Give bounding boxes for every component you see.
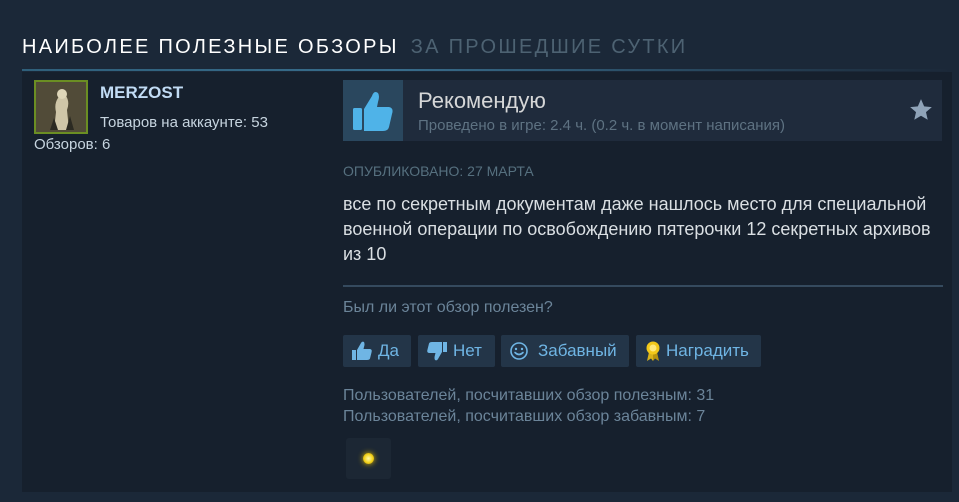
award-button[interactable]: Наградить	[636, 335, 761, 367]
award-badge-icon	[363, 453, 374, 464]
thumbs-up-icon	[352, 341, 372, 360]
award-badge[interactable]	[346, 438, 391, 479]
helpful-question: Был ли этот обзор полезен?	[343, 299, 553, 316]
award-label: Наградить	[666, 341, 749, 360]
vote-no-label: Нет	[453, 341, 482, 360]
username[interactable]: MERZOST	[100, 83, 183, 103]
thumbs-down-icon	[427, 342, 447, 361]
funny-count: Пользователей, посчитавших обзор забавны…	[343, 408, 706, 425]
vote-no-button[interactable]: Нет	[418, 335, 495, 367]
thumbs-up-icon	[353, 92, 393, 131]
helpful-count: Пользователей, посчитавших обзор полезны…	[343, 387, 715, 404]
avatar[interactable]	[34, 80, 88, 134]
vote-funny-button[interactable]: Забавный	[501, 335, 629, 367]
smiley-icon	[510, 342, 528, 360]
recommend-title: Рекомендую	[418, 88, 546, 113]
vote-funny-label: Забавный	[538, 341, 617, 360]
section-subtitle: ЗА ПРОШЕДШИЕ СУТКИ	[410, 36, 688, 58]
review-divider	[343, 285, 943, 287]
playtime: Проведено в игре: 2.4 ч. (0.2 ч. в момен…	[418, 117, 786, 134]
star-icon[interactable]	[908, 97, 934, 123]
reviews-count[interactable]: Обзоров: 6	[34, 136, 110, 153]
review-text: все по секретным документам даже нашлось…	[343, 194, 931, 264]
vote-yes-button[interactable]: Да	[343, 335, 411, 367]
products-count[interactable]: Товаров на аккаунте: 53	[100, 114, 268, 131]
header-divider	[22, 69, 952, 71]
thumbs-up-badge	[343, 80, 403, 141]
section-header: НАИБОЛЕЕ ПОЛЕЗНЫЕ ОБЗОРЫ ЗА ПРОШЕДШИЕ СУТ…	[22, 36, 688, 59]
posted-date: Опубликовано: 27 марта	[343, 163, 534, 179]
section-title: НАИБОЛЕЕ ПОЛЕЗНЫЕ ОБЗОРЫ	[22, 36, 399, 58]
recommendation-bar[interactable]: Рекомендую Проведено в игре: 2.4 ч. (0.2…	[343, 80, 942, 141]
vote-yes-label: Да	[378, 341, 399, 360]
award-ribbon-icon	[646, 341, 660, 361]
